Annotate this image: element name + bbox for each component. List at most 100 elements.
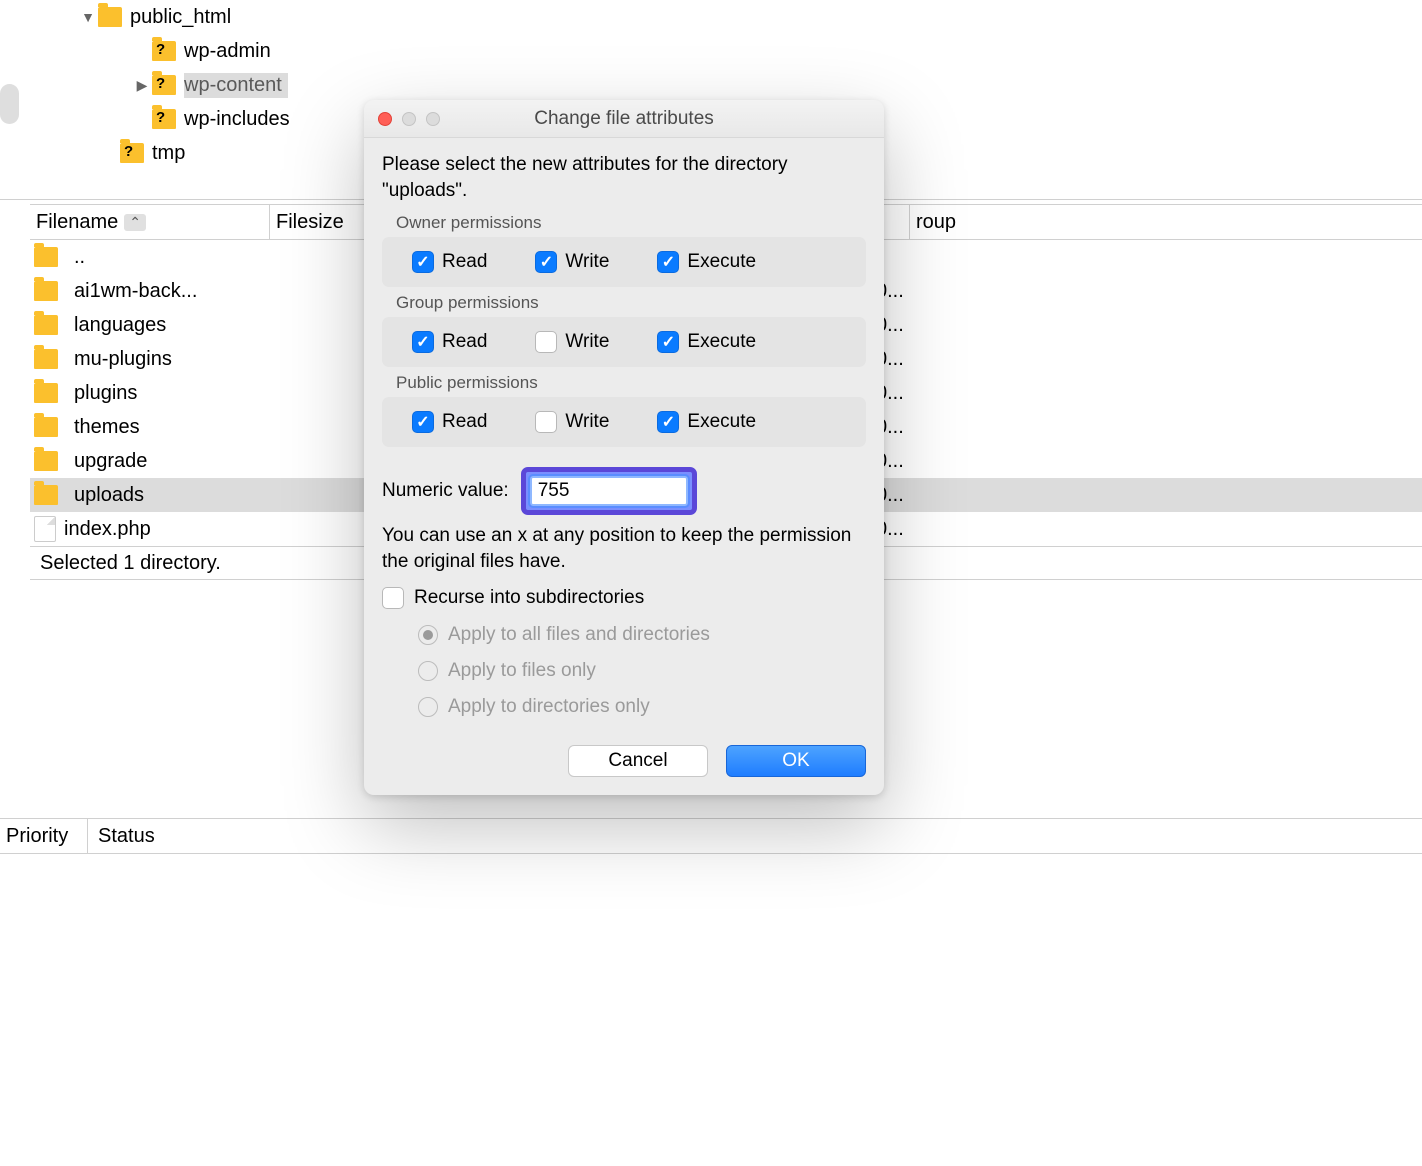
cell-filename: index.php	[30, 516, 270, 542]
group-write[interactable]: Write	[535, 331, 609, 353]
radio-label: Apply to files only	[448, 660, 596, 682]
group-permissions-label: Group permissions	[396, 293, 866, 313]
column-filename[interactable]: Filename ⌃	[30, 205, 270, 239]
checkbox-icon[interactable]	[412, 331, 434, 353]
public-permissions: Read Write Execute	[382, 397, 866, 447]
folder-icon	[34, 451, 58, 471]
read-label: Read	[442, 331, 487, 353]
folder-icon	[34, 417, 58, 437]
numeric-hint: You can use an x at any position to keep…	[382, 523, 866, 574]
cell-filename: ..	[30, 246, 270, 269]
cell-group: 0...	[870, 348, 1422, 371]
recurse-checkbox-row[interactable]: Recurse into subdirectories	[382, 587, 866, 609]
radio-icon	[418, 661, 438, 681]
public-read[interactable]: Read	[412, 411, 487, 433]
dialog-title: Change file attributes	[364, 108, 884, 130]
column-priority-label: Priority	[6, 825, 68, 848]
radio-icon	[418, 625, 438, 645]
execute-label: Execute	[687, 411, 756, 433]
tree-item-label: wp-includes	[184, 108, 290, 131]
checkbox-icon[interactable]	[657, 411, 679, 433]
cell-group: 0...	[870, 280, 1422, 303]
checkbox-icon[interactable]	[535, 331, 557, 353]
owner-execute[interactable]: Execute	[657, 251, 756, 273]
cell-filename: uploads	[30, 484, 270, 507]
checkbox-icon[interactable]	[535, 251, 557, 273]
owner-permissions-label: Owner permissions	[396, 213, 866, 233]
column-priority[interactable]: Priority	[0, 819, 88, 853]
change-file-attributes-dialog: Change file attributes Please select the…	[364, 100, 884, 795]
filename-text: languages	[74, 314, 166, 337]
chevron-right-icon[interactable]: ▶	[132, 77, 152, 94]
tree-item[interactable]: ▼public_html	[0, 0, 1422, 34]
write-label: Write	[565, 251, 609, 273]
folder-icon	[98, 7, 122, 27]
folder-icon	[34, 349, 58, 369]
cell-filename: themes	[30, 416, 270, 439]
tree-item[interactable]: wp-admin	[0, 34, 1422, 68]
public-execute[interactable]: Execute	[657, 411, 756, 433]
cell-group: 0...	[870, 382, 1422, 405]
owner-write[interactable]: Write	[535, 251, 609, 273]
group-execute[interactable]: Execute	[657, 331, 756, 353]
radio-apply-all: Apply to all files and directories	[418, 617, 866, 653]
numeric-value-input[interactable]	[530, 476, 688, 506]
radio-icon	[418, 697, 438, 717]
minimize-icon	[402, 112, 416, 126]
folder-icon	[34, 383, 58, 403]
dialog-buttons: Cancel OK	[382, 745, 866, 777]
cell-filename: upgrade	[30, 450, 270, 473]
write-label: Write	[565, 331, 609, 353]
cell-group: 0...	[870, 314, 1422, 337]
owner-permissions: Read Write Execute	[382, 237, 866, 287]
checkbox-icon[interactable]	[535, 411, 557, 433]
filename-text: mu-plugins	[74, 348, 172, 371]
read-label: Read	[442, 411, 487, 433]
checkbox-icon[interactable]	[657, 251, 679, 273]
column-status[interactable]: Status	[88, 825, 155, 848]
chevron-down-icon[interactable]: ▼	[78, 9, 98, 25]
tree-item[interactable]: ▶ wp-content	[0, 68, 1422, 102]
dialog-instruction: Please select the new attributes for the…	[382, 152, 866, 203]
cell-filename: plugins	[30, 382, 270, 405]
cancel-label: Cancel	[608, 750, 667, 772]
folder-icon	[34, 485, 58, 505]
checkbox-icon[interactable]	[382, 587, 404, 609]
cell-group: 0...	[870, 518, 1422, 541]
tree-item-label: wp-admin	[184, 40, 271, 63]
selection-status-text: Selected 1 directory.	[40, 552, 221, 575]
transfer-queue-header: Priority Status	[0, 818, 1422, 854]
checkbox-icon[interactable]	[412, 251, 434, 273]
close-icon[interactable]	[378, 112, 392, 126]
scrollbar-thumb[interactable]	[0, 84, 19, 124]
file-icon	[34, 516, 56, 542]
numeric-value-row: Numeric value:	[382, 467, 866, 515]
filename-text: plugins	[74, 382, 137, 405]
column-group[interactable]: roup	[910, 205, 1422, 239]
public-permissions-label: Public permissions	[396, 373, 866, 393]
column-filesize-label: Filesize	[276, 211, 344, 234]
execute-label: Execute	[687, 331, 756, 353]
radio-label: Apply to directories only	[448, 696, 650, 718]
tree-item-label: tmp	[152, 142, 185, 165]
tree-item-label: wp-content	[184, 73, 288, 98]
cell-filename: mu-plugins	[30, 348, 270, 371]
folder-icon	[120, 143, 144, 163]
cancel-button[interactable]: Cancel	[568, 745, 708, 777]
filename-text: upgrade	[74, 450, 147, 473]
ok-button[interactable]: OK	[726, 745, 866, 777]
filename-text: uploads	[74, 484, 144, 507]
folder-icon	[152, 109, 176, 129]
checkbox-icon[interactable]	[412, 411, 434, 433]
group-read[interactable]: Read	[412, 331, 487, 353]
checkbox-icon[interactable]	[657, 331, 679, 353]
sort-indicator-icon: ⌃	[124, 214, 146, 231]
cell-filename: languages	[30, 314, 270, 337]
owner-read[interactable]: Read	[412, 251, 487, 273]
recurse-radio-group: Apply to all files and directories Apply…	[418, 617, 866, 725]
numeric-value-highlight	[521, 467, 697, 515]
column-filename-label: Filename	[36, 211, 118, 234]
read-label: Read	[442, 251, 487, 273]
public-write[interactable]: Write	[535, 411, 609, 433]
numeric-value-label: Numeric value:	[382, 480, 509, 502]
